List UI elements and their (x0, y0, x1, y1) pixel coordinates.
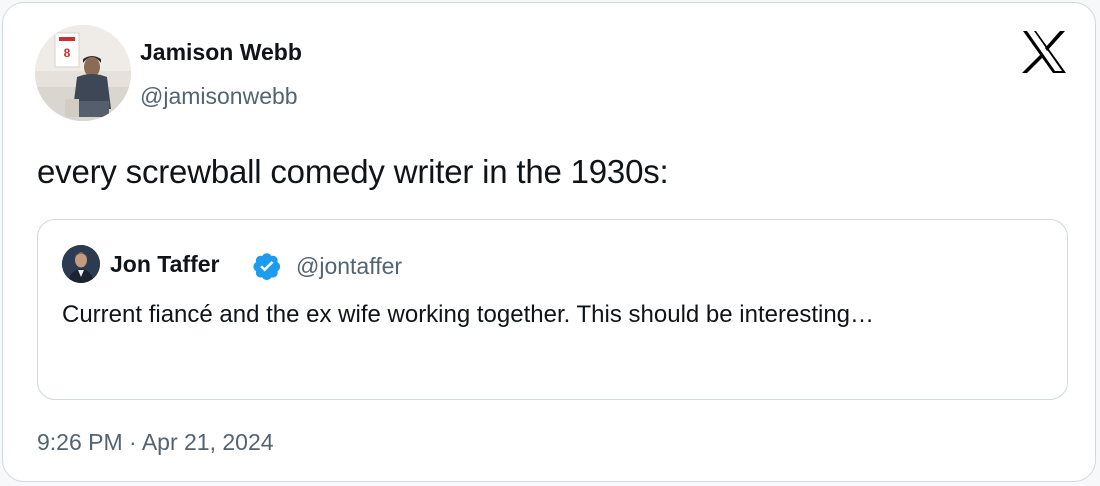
quoted-tweet-text: Current fiancé and the ex wife working t… (62, 301, 875, 328)
svg-text:8: 8 (64, 46, 71, 60)
tweet-timestamp[interactable]: 9:26 PM · Apr 21, 2024 (37, 429, 274, 456)
author-name[interactable]: Jamison Webb (140, 39, 302, 66)
author-handle[interactable]: @jamisonwebb (140, 83, 298, 110)
quoted-tweet[interactable]: Jon Taffer @jontaffer Current fiancé and… (37, 219, 1068, 400)
tweet-text: every screwball comedy writer in the 193… (37, 153, 669, 190)
quoted-author-handle: @jontaffer (296, 253, 403, 279)
quoted-author-photo-icon (62, 245, 100, 283)
verified-badge-icon (252, 251, 282, 281)
author-avatar[interactable]: 8 (35, 25, 131, 121)
quoted-author-name: Jon Taffer (110, 251, 220, 277)
author-photo-icon: 8 (35, 25, 131, 121)
tweet-card: 8 Jamison Webb @jamisonwebb every screwb… (2, 2, 1096, 482)
x-logo-icon[interactable] (1019, 29, 1069, 75)
quoted-author-avatar[interactable] (62, 245, 100, 283)
